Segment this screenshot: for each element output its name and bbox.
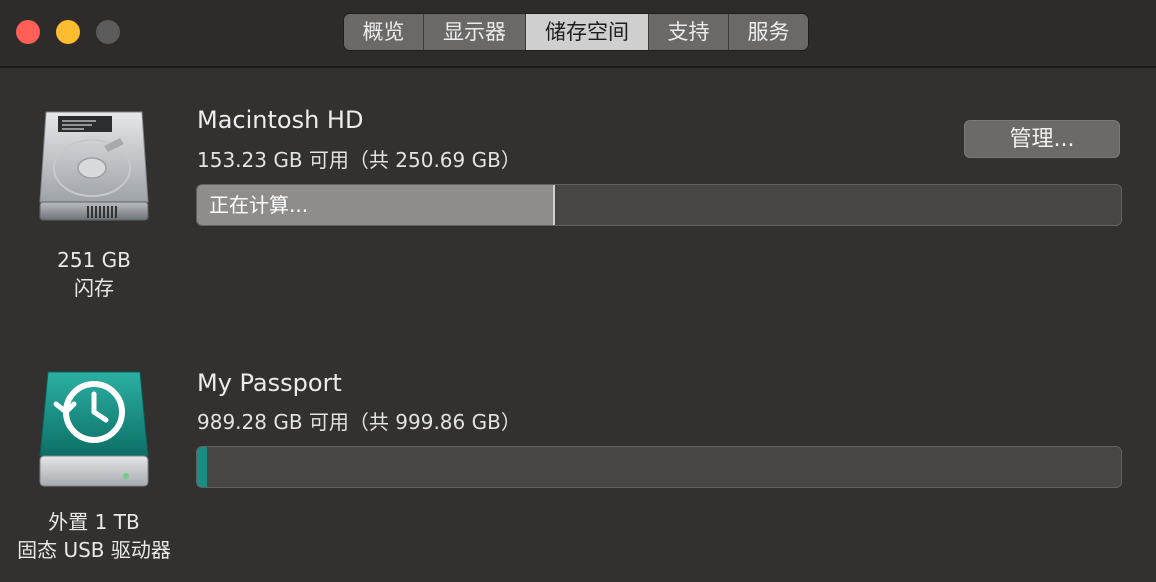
minimize-window-button[interactable] [56,20,80,44]
tab-overview[interactable]: 概览 [344,14,424,50]
storage-used-segment [197,447,207,487]
manage-button[interactable]: 管理... [964,120,1120,158]
tab-support[interactable]: 支持 [649,14,729,50]
tab-bar: 概览 显示器 储存空间 支持 服务 [344,14,808,50]
drive-caption-internal: 251 GB 闪存 [34,246,154,302]
tab-storage[interactable]: 储存空间 [526,14,649,50]
drive-caption-external: 外置 1 TB 固态 USB 驱动器 [6,508,182,564]
storage-bar-macintosh-hd: 正在计算... [196,184,1122,226]
calculating-label: 正在计算... [209,193,309,217]
drive-capacity-label: 251 GB [57,248,131,272]
drive-available-macintosh-hd: 153.23 GB 可用（共 250.69 GB） [197,148,521,172]
zoom-window-button[interactable] [96,20,120,44]
title-bar: 概览 显示器 储存空间 支持 服务 [0,0,1156,68]
drive-name-macintosh-hd: Macintosh HD [197,106,364,134]
drive-capacity-label: 外置 1 TB [48,510,140,534]
drive-name-my-passport: My Passport [197,369,342,397]
close-window-button[interactable] [16,20,40,44]
drive-type-label: 闪存 [74,276,114,300]
tab-service[interactable]: 服务 [729,14,808,50]
drive-type-label: 固态 USB 驱动器 [17,538,171,562]
tab-displays[interactable]: 显示器 [424,14,526,50]
drive-available-my-passport: 989.28 GB 可用（共 999.86 GB） [197,410,521,434]
time-machine-drive-icon [39,371,149,487]
storage-bar-my-passport [196,446,1122,488]
internal-hard-drive-icon [39,111,149,221]
